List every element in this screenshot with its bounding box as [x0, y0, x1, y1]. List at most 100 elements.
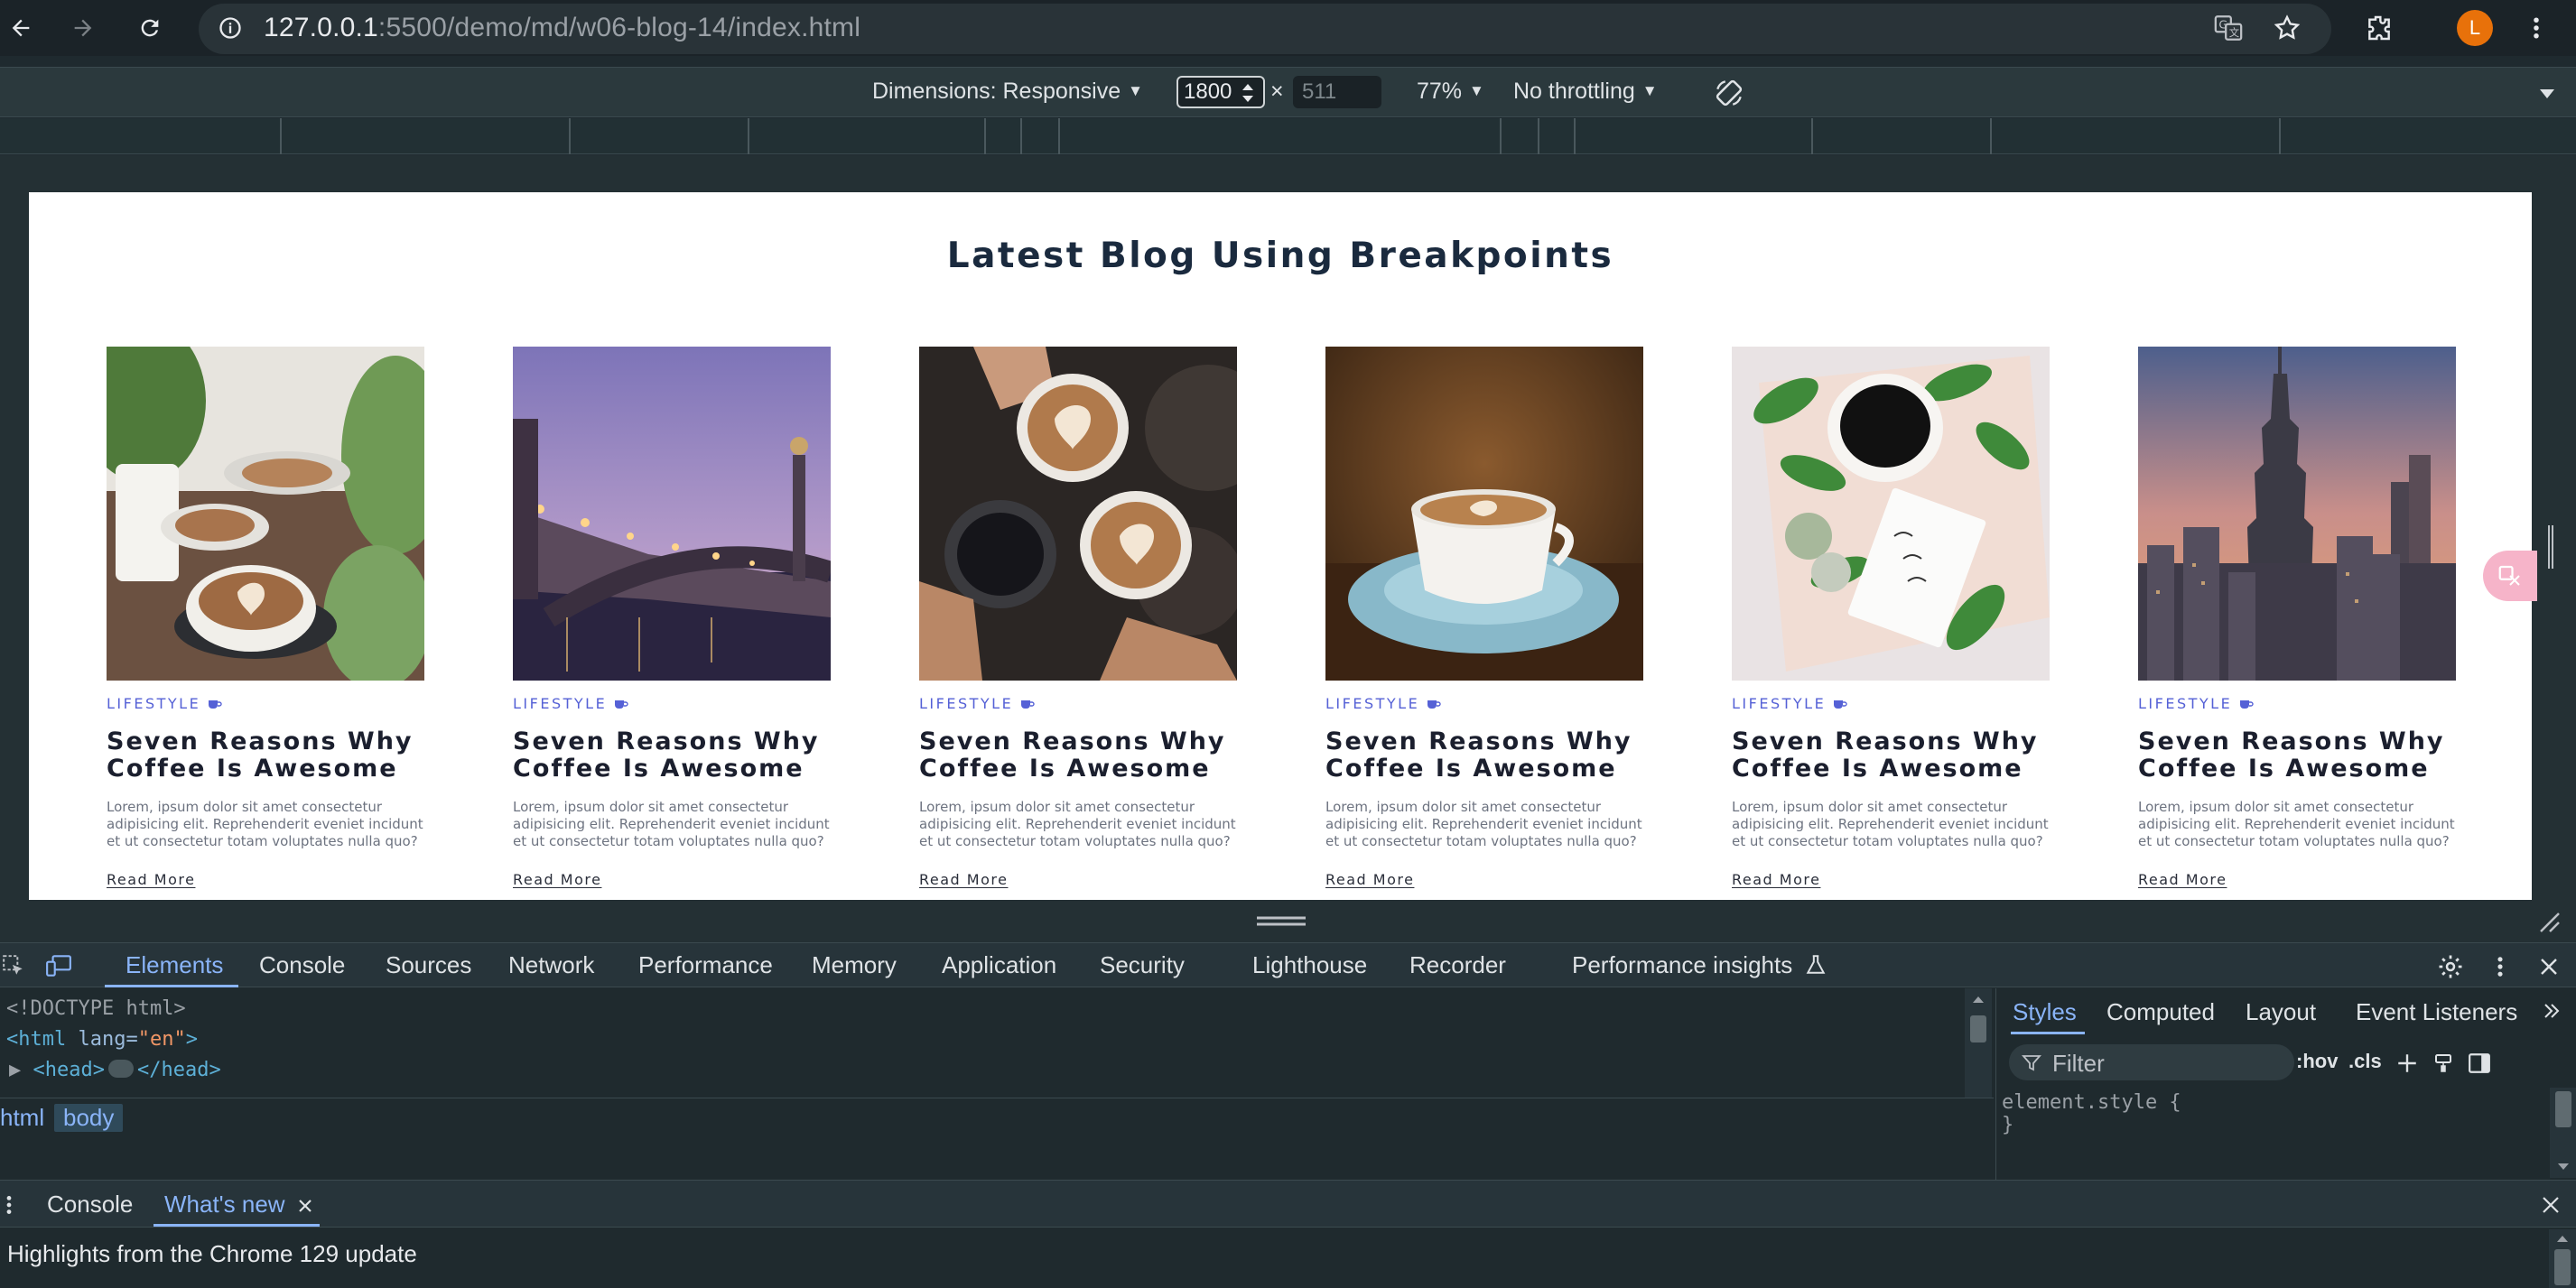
card-title[interactable]: Seven Reasons Why Coffee Is Awesome	[2138, 728, 2456, 783]
element-style-rule[interactable]: element.style {}	[2002, 1091, 2181, 1136]
site-info-icon[interactable]	[211, 9, 249, 47]
close-tab-icon[interactable]	[293, 1193, 318, 1219]
bookmark-star-icon[interactable]	[2268, 9, 2306, 47]
drawer-menu-icon[interactable]	[0, 1191, 18, 1219]
card-image[interactable]	[1325, 347, 1643, 681]
breadcrumb-body[interactable]: body	[54, 1104, 124, 1132]
tab-recorder[interactable]: Recorder	[1409, 951, 1506, 979]
width-spinner-icon[interactable]	[1239, 79, 1257, 107]
filter-placeholder: Filter	[2052, 1050, 2105, 1077]
doctype-line[interactable]: <!DOCTYPE html>	[6, 997, 186, 1020]
dimensions-dropdown[interactable]: Dimensions: Responsive ▼	[872, 79, 1143, 105]
card-image[interactable]	[1732, 347, 2050, 681]
chevron-double-right-icon[interactable]	[2538, 997, 2565, 1024]
card-title[interactable]: Seven Reasons Why Coffee Is Awesome	[919, 728, 1237, 783]
collapsed-ellipsis[interactable]	[107, 1060, 134, 1078]
device-toggle-icon[interactable]	[43, 951, 74, 980]
tab-console[interactable]: Console	[259, 951, 345, 979]
toggle-sidebar-icon[interactable]	[2464, 1048, 2495, 1079]
viewport-resize-handle-bottom[interactable]	[1255, 913, 1307, 931]
tab-security[interactable]: Security	[1100, 951, 1185, 979]
card-category: LIFESTYLE	[919, 695, 1237, 712]
tab-memory[interactable]: Memory	[812, 951, 897, 979]
read-more-link[interactable]: Read More	[1732, 871, 1820, 888]
drawer-tab-console[interactable]: Console	[47, 1191, 133, 1219]
rotate-icon[interactable]	[1711, 75, 1747, 111]
tab-application[interactable]: Application	[942, 951, 1056, 979]
settings-gear-icon[interactable]	[2434, 952, 2467, 981]
media-query-marker[interactable]	[1990, 118, 1992, 154]
viewport-resize-corner-icon[interactable]	[2535, 908, 2562, 935]
class-toggle[interactable]: .cls	[2348, 1050, 2382, 1073]
device-options-icon[interactable]	[2534, 80, 2561, 107]
media-query-marker[interactable]	[1500, 118, 1502, 154]
breadcrumb-html[interactable]: html	[0, 1104, 44, 1132]
more-menu-icon[interactable]	[2517, 9, 2555, 47]
close-drawer-icon[interactable]	[2537, 1191, 2564, 1219]
styles-scrollbar[interactable]	[2550, 1088, 2576, 1178]
floating-translate-button[interactable]	[2483, 551, 2537, 601]
drawer-tab-whats-new[interactable]: What's new	[164, 1191, 285, 1219]
html-tag: <html	[6, 1028, 67, 1051]
card-title[interactable]: Seven Reasons Why Coffee Is Awesome	[1325, 728, 1643, 783]
card-image[interactable]	[2138, 347, 2456, 681]
head-open-tag: <head>	[33, 1059, 105, 1081]
card-category: LIFESTYLE	[513, 695, 831, 712]
card-title[interactable]: Seven Reasons Why Coffee Is Awesome	[513, 728, 831, 783]
url-text[interactable]: 127.0.0.1:5500/demo/md/w06-blog-14/index…	[264, 13, 860, 43]
zoom-dropdown[interactable]: 77% ▼	[1417, 79, 1484, 105]
tab-performance-insights[interactable]: Performance insights	[1572, 951, 1826, 979]
back-icon[interactable]	[2, 9, 40, 47]
media-query-marker[interactable]	[2279, 118, 2281, 154]
tab-elements[interactable]: Elements	[126, 951, 223, 979]
extensions-icon[interactable]	[2360, 9, 2398, 47]
media-query-marker[interactable]	[984, 118, 986, 154]
paint-brush-icon[interactable]	[2428, 1048, 2459, 1079]
tab-layout[interactable]: Layout	[2246, 998, 2316, 1026]
close-devtools-icon[interactable]	[2534, 952, 2564, 981]
category-label: LIFESTYLE	[919, 695, 1014, 712]
read-more-link[interactable]: Read More	[513, 871, 601, 888]
head-line[interactable]: ▶ <head> </head>	[9, 1059, 221, 1081]
read-more-link[interactable]: Read More	[2138, 871, 2227, 888]
hover-state-toggle[interactable]: :hov	[2296, 1050, 2338, 1073]
media-query-marker[interactable]	[1811, 118, 1813, 154]
tab-styles[interactable]: Styles	[2013, 998, 2077, 1026]
media-query-marker[interactable]	[569, 118, 571, 154]
viewport-resize-handle-right[interactable]	[2546, 522, 2555, 572]
card-image[interactable]	[107, 347, 424, 681]
tab-computed[interactable]: Computed	[2106, 998, 2215, 1026]
new-style-rule-icon[interactable]	[2392, 1048, 2423, 1079]
tab-network[interactable]: Network	[508, 951, 594, 979]
read-more-link[interactable]: Read More	[1325, 871, 1414, 888]
card-title[interactable]: Seven Reasons Why Coffee Is Awesome	[1732, 728, 2050, 783]
throttling-dropdown[interactable]: No throttling ▼	[1513, 79, 1658, 105]
devtools-more-icon[interactable]	[2487, 952, 2514, 981]
tab-performance[interactable]: Performance	[638, 951, 773, 979]
drawer-scrollbar[interactable]	[2549, 1229, 2576, 1288]
read-more-link[interactable]: Read More	[107, 871, 195, 888]
media-query-marker[interactable]	[1538, 118, 1539, 154]
devtools-tabbar: Elements Console Sources Network Perform…	[0, 942, 2576, 987]
media-query-marker[interactable]	[1020, 118, 1022, 154]
media-query-marker[interactable]	[1058, 118, 1060, 154]
inspect-element-icon[interactable]	[0, 951, 27, 980]
reload-icon[interactable]	[131, 9, 169, 47]
read-more-link[interactable]: Read More	[919, 871, 1008, 888]
media-query-marker[interactable]	[748, 118, 749, 154]
forward-icon[interactable]	[64, 9, 102, 47]
tab-sources[interactable]: Sources	[386, 951, 471, 979]
active-styles-tab-indicator	[2011, 1032, 2085, 1034]
profile-avatar[interactable]: L	[2457, 10, 2493, 46]
height-input[interactable]: 511	[1293, 76, 1381, 108]
translate-icon[interactable]: G文	[2209, 9, 2247, 47]
card-image[interactable]	[513, 347, 831, 681]
tab-lighthouse[interactable]: Lighthouse	[1252, 951, 1367, 979]
media-query-marker[interactable]	[280, 118, 282, 154]
media-query-marker[interactable]	[1574, 118, 1576, 154]
html-open-line[interactable]: <html lang="en">	[6, 1028, 198, 1051]
tab-event-listeners[interactable]: Event Listeners	[2356, 998, 2517, 1026]
expand-triangle-icon[interactable]: ▶	[9, 1059, 21, 1081]
card-title[interactable]: Seven Reasons Why Coffee Is Awesome	[107, 728, 424, 783]
card-image[interactable]	[919, 347, 1237, 681]
